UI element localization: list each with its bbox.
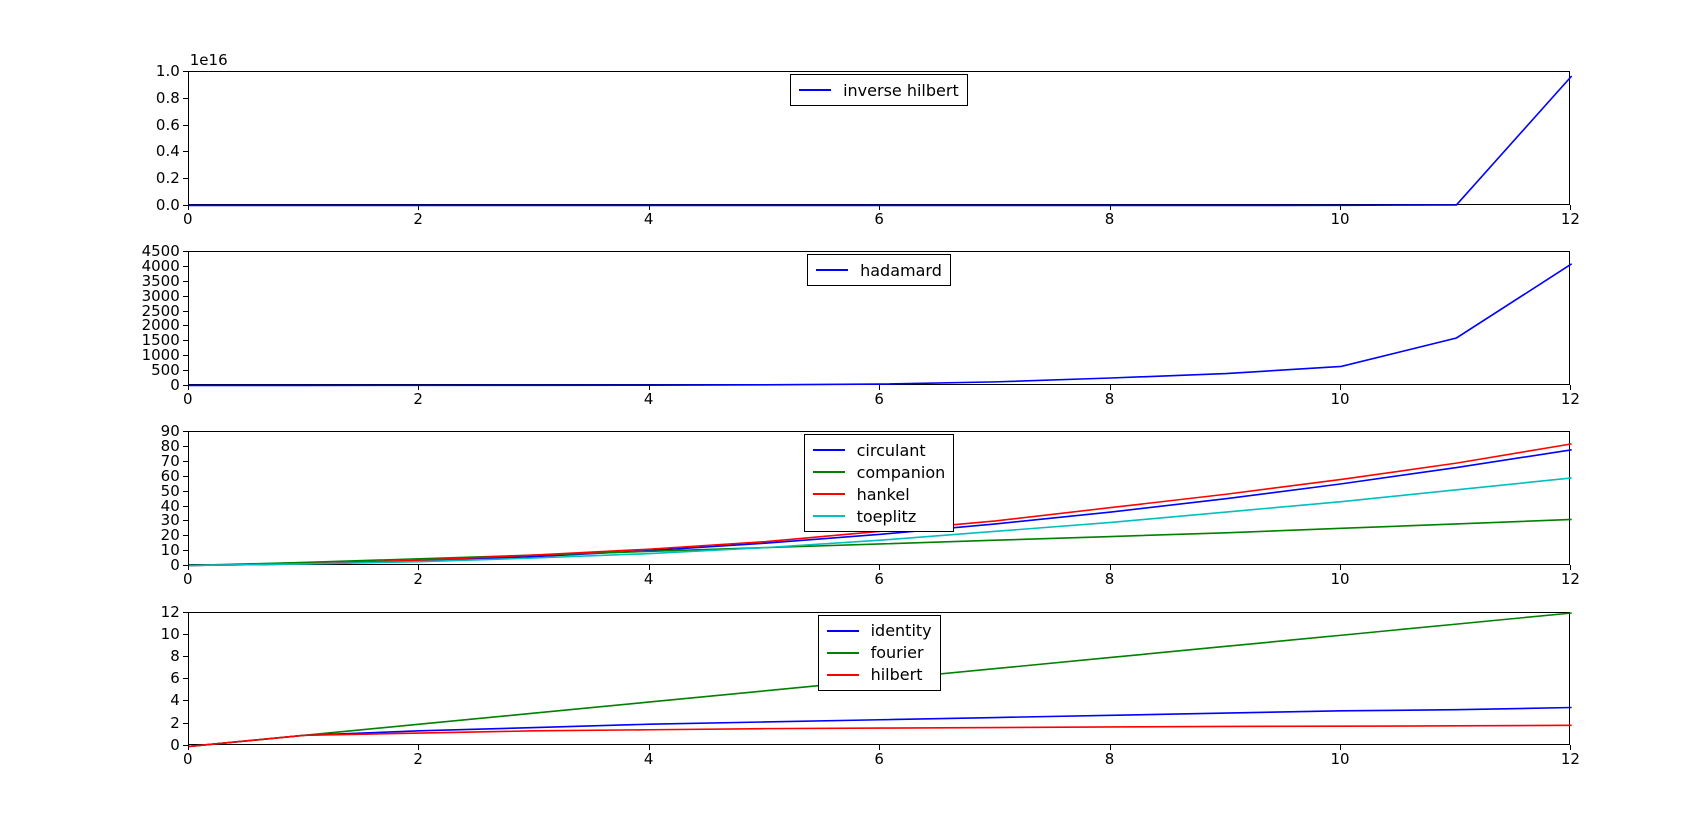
y-tick-label: 8	[170, 647, 180, 665]
series-line	[189, 725, 1572, 746]
x-tick-label: 12	[1561, 390, 1580, 408]
x-tick-label: 6	[874, 390, 884, 408]
x-tick-label: 2	[413, 750, 423, 768]
legend-entry: companion	[813, 461, 946, 483]
legend-entry: circulant	[813, 439, 946, 461]
legend-label: toeplitz	[857, 507, 917, 526]
legend-entry: inverse hilbert	[799, 79, 959, 101]
legend-line-icon	[799, 89, 831, 91]
x-tick-label: 4	[644, 390, 654, 408]
x-tick-label: 2	[413, 390, 423, 408]
legend: circulant companion hankel toeplitz	[804, 434, 955, 532]
legend-entry: identity	[827, 620, 932, 642]
y-axis-exponent: 1e16	[190, 51, 228, 69]
legend-line-icon	[813, 515, 845, 517]
legend-line-icon	[827, 674, 859, 676]
legend: hadamard	[807, 254, 951, 286]
y-tick-label: 4500	[142, 242, 180, 260]
y-tick-label: 1.0	[156, 62, 180, 80]
legend-entry: hankel	[813, 483, 946, 505]
legend-label: circulant	[857, 441, 926, 460]
legend-label: hankel	[857, 485, 910, 504]
x-tick-label: 8	[1105, 570, 1115, 588]
legend-entry: toeplitz	[813, 505, 946, 527]
y-tick-label: 0	[170, 736, 180, 754]
legend-label: hadamard	[860, 261, 942, 280]
x-tick-label: 8	[1105, 210, 1115, 228]
y-tick-label: 10	[161, 625, 180, 643]
x-tick-label: 0	[183, 570, 193, 588]
x-tick-label: 4	[644, 210, 654, 228]
y-tick-label: 0.8	[156, 89, 180, 107]
y-tick-label: 4	[170, 691, 180, 709]
y-tick-label: 2	[170, 714, 180, 732]
y-tick-label: 90	[161, 422, 180, 440]
legend-line-icon	[827, 652, 859, 654]
x-tick-label: 0	[183, 750, 193, 768]
x-tick-label: 6	[874, 750, 884, 768]
x-tick-label: 10	[1330, 210, 1349, 228]
x-tick-label: 12	[1561, 210, 1580, 228]
y-tick-label: 0.6	[156, 116, 180, 134]
x-tick-label: 10	[1330, 750, 1349, 768]
x-tick-label: 10	[1330, 570, 1349, 588]
x-tick-label: 2	[413, 570, 423, 588]
legend-label: identity	[871, 621, 932, 640]
y-tick-label: 0.2	[156, 169, 180, 187]
y-tick-label: 0.0	[156, 196, 180, 214]
legend-line-icon	[813, 449, 845, 451]
x-tick-label: 4	[644, 570, 654, 588]
y-tick-label: 0.4	[156, 142, 180, 160]
legend-entry: hadamard	[816, 259, 942, 281]
legend-label: fourier	[871, 643, 924, 662]
legend-line-icon	[827, 630, 859, 632]
x-tick-label: 2	[413, 210, 423, 228]
legend-line-icon	[813, 493, 845, 495]
x-tick-label: 0	[183, 210, 193, 228]
x-tick-label: 10	[1330, 390, 1349, 408]
x-tick-label: 12	[1561, 750, 1580, 768]
y-tick-label: 6	[170, 669, 180, 687]
x-tick-label: 12	[1561, 570, 1580, 588]
figure: 0246810120.00.20.40.60.81.01e16inverse h…	[0, 0, 1707, 837]
x-tick-label: 4	[644, 750, 654, 768]
legend-line-icon	[813, 471, 845, 473]
legend-entry: fourier	[827, 642, 932, 664]
x-tick-label: 8	[1105, 750, 1115, 768]
x-tick-label: 6	[874, 570, 884, 588]
legend-entry: hilbert	[827, 664, 932, 686]
x-tick-label: 8	[1105, 390, 1115, 408]
legend-label: hilbert	[871, 665, 923, 684]
legend-line-icon	[816, 269, 848, 271]
legend-label: inverse hilbert	[843, 81, 959, 100]
legend: identity fourier hilbert	[818, 615, 941, 691]
x-tick-label: 0	[183, 390, 193, 408]
legend: inverse hilbert	[790, 74, 968, 106]
y-tick-label: 12	[161, 603, 180, 621]
legend-label: companion	[857, 463, 946, 482]
x-tick-label: 6	[874, 210, 884, 228]
